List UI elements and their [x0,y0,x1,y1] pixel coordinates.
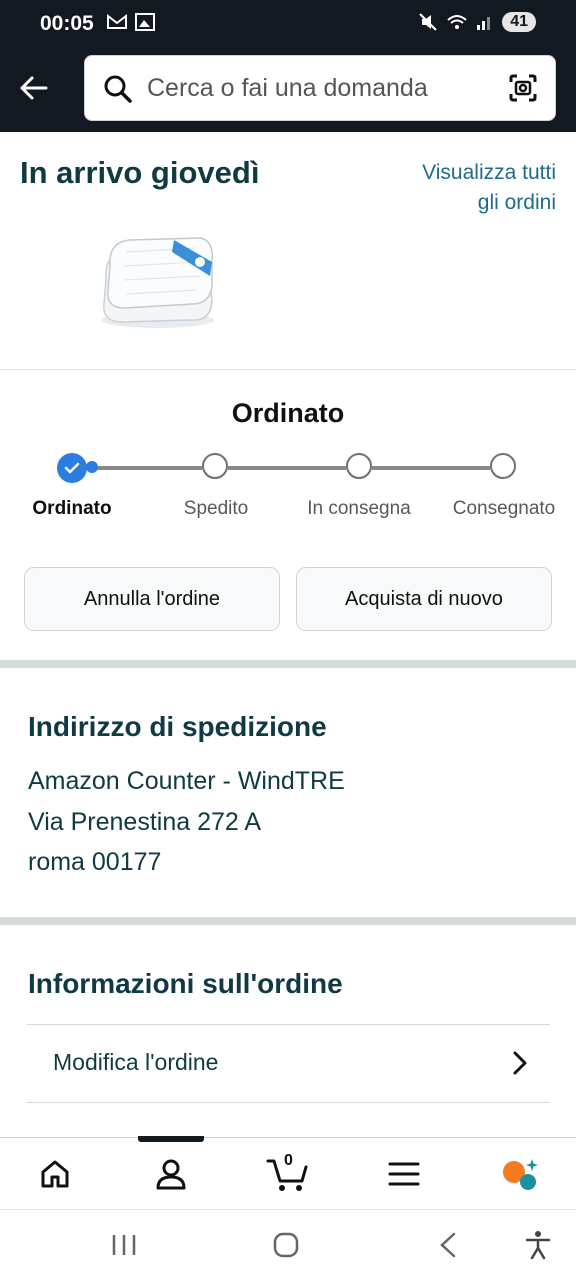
product-image[interactable] [96,232,220,332]
account-icon [156,1159,186,1190]
progress-track-1 [92,466,202,470]
app-header [0,48,576,132]
nav-cart[interactable]: 0 [264,1152,312,1194]
progress-track-3 [372,466,490,470]
signal-icon [477,17,491,30]
back-button[interactable] [16,70,52,106]
view-all-line1: Visualizza tutti [422,161,556,184]
order-status-title: Ordinato [231,398,345,428]
section-divider-thick [0,917,576,925]
menu-icon [388,1162,420,1186]
camera-search-icon[interactable] [507,72,539,104]
arrival-title: In arrivo giovedì [20,155,260,190]
progress-track-2 [228,466,346,470]
edit-order-label: Modifica l'ordine [53,1049,219,1075]
nav-rufus[interactable] [500,1154,540,1194]
step-label-ordered: Ordinato [32,498,112,519]
nav-account[interactable] [151,1154,191,1194]
step-label-delivered: Consegnato [452,498,556,519]
recent-apps-icon[interactable] [110,1230,138,1260]
step-label-in-delivery: In consegna [307,498,411,519]
back-button-icon[interactable] [434,1230,462,1260]
step-shipped-circle [202,453,228,479]
photo-notification-icon [135,13,155,31]
step-current-dot [86,461,98,473]
buy-again-button[interactable]: Acquista di nuovo [296,567,552,631]
active-tab-indicator [138,1136,204,1142]
accessibility-icon[interactable] [524,1230,552,1260]
address-line-2: Via Prenestina 272 A [28,808,262,836]
search-bar[interactable] [84,55,556,121]
step-in-delivery-circle [346,453,372,479]
rufus-icon [503,1159,538,1190]
bottom-navigation: 0 [0,1136,576,1210]
step-ordered-check [57,453,87,483]
section-divider [0,369,576,370]
nav-menu[interactable] [384,1154,424,1194]
status-time: 00:05 [40,12,94,35]
check-icon [64,462,80,474]
address-line-3: roma 00177 [28,848,162,876]
cancel-order-button[interactable]: Annulla l'ordine [24,567,280,631]
home-button-icon[interactable] [271,1230,301,1260]
chevron-right-icon [513,1051,527,1075]
system-navigation-bar [0,1209,576,1281]
nav-home[interactable] [35,1154,75,1194]
edit-order-row[interactable]: Modifica l'ordine [27,1024,550,1103]
battery-indicator: 41 [502,12,536,32]
section-divider-thick [0,660,576,668]
view-all-line2: gli ordini [477,191,556,214]
back-arrow-icon [20,76,48,100]
cart-count: 0 [284,1152,293,1169]
step-delivered-circle [490,453,516,479]
mute-icon [419,13,437,31]
step-label-shipped: Spedito [183,498,249,519]
address-line-1: Amazon Counter - WindTRE [28,767,345,795]
view-all-orders-link[interactable]: Visualizza tutti gli ordini [422,158,556,218]
search-icon [104,75,132,103]
shipping-address-title: Indirizzo di spedizione [28,711,327,742]
home-icon [41,1160,69,1188]
search-input[interactable] [147,70,487,106]
status-bar: 00:05 41 [0,0,576,48]
gmail-icon [107,13,127,29]
order-info-title: Informazioni sull'ordine [28,968,343,999]
wifi-icon [447,15,467,29]
